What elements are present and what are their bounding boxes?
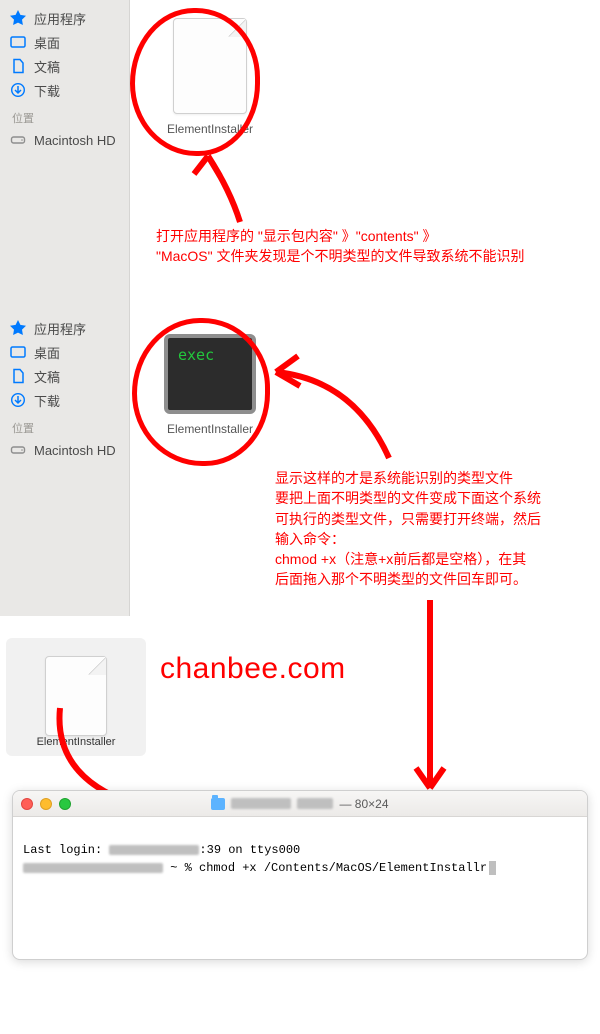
file-elementinstaller-small[interactable]: ElementInstaller	[6, 638, 146, 756]
terminal-text: Last login:	[23, 843, 109, 857]
terminal-title: — 80×24	[13, 797, 587, 811]
sidebar-label: 下载	[34, 391, 60, 410]
file-label: ElementInstaller	[150, 422, 270, 436]
annotation-line: 可执行的类型文件，只需要打开终端，然后	[275, 509, 585, 529]
exec-icon: exec	[164, 334, 256, 414]
desktop-icon	[10, 34, 26, 50]
terminal-text: :39 on ttys000	[199, 843, 300, 857]
annotation-text-1: 打开应用程序的 "显示包内容" 》"contents" 》 "MacOS" 文件…	[156, 226, 586, 267]
desktop-icon	[10, 344, 26, 360]
watermark-text: chanbee.com	[160, 652, 346, 686]
downloads-icon	[10, 82, 26, 98]
exec-icon-text: exec	[178, 346, 214, 364]
sidebar-item-macintosh-hd[interactable]: Macintosh HD	[0, 128, 129, 152]
annotation-line: 要把上面不明类型的文件变成下面这个系统	[275, 488, 585, 508]
sidebar-label: 文稿	[34, 367, 60, 386]
documents-icon	[10, 368, 26, 384]
sidebar-item-applications[interactable]: 应用程序	[0, 316, 129, 340]
documents-icon	[10, 58, 26, 74]
blank-document-icon	[45, 656, 107, 736]
sidebar-label: 桌面	[34, 343, 60, 362]
terminal-titlebar[interactable]: — 80×24	[13, 791, 587, 817]
sidebar-item-downloads[interactable]: 下载	[0, 78, 129, 102]
sidebar-item-macintosh-hd[interactable]: Macintosh HD	[0, 438, 129, 462]
annotation-line: "MacOS" 文件夹发现是个不明类型的文件导致系统不能识别	[156, 246, 586, 266]
terminal-cursor	[489, 861, 496, 875]
terminal-title-suffix: — 80×24	[339, 797, 388, 811]
sidebar-label: 桌面	[34, 33, 60, 52]
file-elementinstaller-unknown[interactable]: ElementInstaller	[150, 18, 270, 136]
finder-sidebar-1: 应用程序 桌面 文稿 下载 位置 Macintosh HD	[0, 0, 130, 310]
redacted-text	[109, 845, 199, 855]
sidebar-item-applications[interactable]: 应用程序	[0, 6, 129, 30]
annotation-arrow-4	[400, 600, 460, 800]
downloads-icon	[10, 392, 26, 408]
file-label: ElementInstaller	[12, 736, 140, 748]
annotation-line: 后面拖入那个不明类型的文件回车即可。	[275, 569, 585, 589]
annotation-line: 输入命令：	[275, 529, 585, 549]
file-elementinstaller-exec[interactable]: exec ElementInstaller	[150, 334, 270, 436]
disk-icon	[10, 132, 26, 148]
sidebar-item-documents[interactable]: 文稿	[0, 364, 129, 388]
sidebar-label: 应用程序	[34, 319, 86, 338]
file-label: ElementInstaller	[150, 122, 270, 136]
redacted-text	[23, 863, 163, 873]
sidebar-label: Macintosh HD	[34, 133, 116, 148]
redacted-text	[231, 798, 291, 809]
redacted-text	[297, 798, 333, 809]
sidebar-item-desktop[interactable]: 桌面	[0, 30, 129, 54]
sidebar-item-downloads[interactable]: 下载	[0, 388, 129, 412]
disk-icon	[10, 442, 26, 458]
sidebar-section-locations: 位置	[0, 102, 129, 128]
annotation-line: chmod +x（注意+x前后都是空格），在其	[275, 549, 585, 569]
terminal-window: — 80×24 Last login: :39 on ttys000 ~ % c…	[12, 790, 588, 960]
blank-document-icon	[173, 18, 247, 114]
sidebar-section-locations: 位置	[0, 412, 129, 438]
terminal-command: chmod +x /Contents/MacOS/ElementInstallr	[199, 861, 487, 875]
annotation-line: 显示这样的才是系统能识别的类型文件	[275, 468, 585, 488]
sidebar-label: Macintosh HD	[34, 443, 116, 458]
apps-icon	[10, 320, 26, 336]
finder-sidebar-2: 应用程序 桌面 文稿 下载 位置 Macintosh HD	[0, 310, 130, 616]
sidebar-label: 应用程序	[34, 9, 86, 28]
apps-icon	[10, 10, 26, 26]
sidebar-label: 下载	[34, 81, 60, 100]
sidebar-label: 文稿	[34, 57, 60, 76]
sidebar-item-documents[interactable]: 文稿	[0, 54, 129, 78]
annotation-line: 打开应用程序的 "显示包内容" 》"contents" 》	[156, 226, 586, 246]
terminal-prompt: ~ %	[163, 861, 199, 875]
sidebar-item-desktop[interactable]: 桌面	[0, 340, 129, 364]
folder-icon	[211, 798, 225, 810]
annotation-text-2: 显示这样的才是系统能识别的类型文件 要把上面不明类型的文件变成下面这个系统 可执…	[275, 468, 585, 590]
terminal-body[interactable]: Last login: :39 on ttys000 ~ % chmod +x …	[13, 817, 587, 901]
